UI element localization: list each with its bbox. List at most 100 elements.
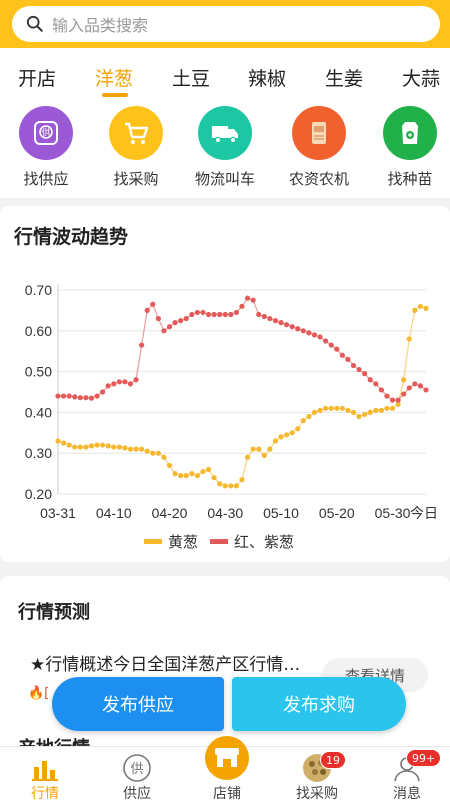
series-point-0 — [261, 452, 267, 458]
tab-label: 行情 — [31, 786, 59, 800]
legend-swatch-0 — [144, 539, 162, 544]
svg-text:供: 供 — [130, 762, 143, 777]
series-point-1 — [194, 309, 200, 316]
series-point-0 — [423, 305, 429, 311]
series-point-1 — [178, 318, 184, 324]
quick-label: 物流叫车 — [194, 170, 255, 188]
bottom-tab-bar: 行情 供 供应 店铺 19 找采购 99+ 消息 — [0, 736, 450, 800]
series-point-0 — [189, 471, 195, 477]
fertilizer-bag-icon — [292, 106, 346, 160]
tab-label: 找采购 — [296, 786, 338, 800]
truck-icon — [198, 106, 252, 160]
series-point-1 — [345, 356, 351, 362]
series-point-0 — [194, 473, 200, 479]
series-point-1 — [311, 332, 318, 338]
publish-demand-button[interactable]: 发布求购 — [232, 677, 406, 731]
category-tab-chili[interactable]: 辣椒 — [248, 64, 286, 91]
series-point-1 — [362, 371, 368, 377]
category-tab-garlic[interactable]: 大蒜 — [402, 64, 440, 91]
x-tick-label: 05-30 — [375, 505, 411, 521]
series-point-0 — [412, 307, 418, 313]
series-point-0 — [150, 450, 156, 456]
series-point-1 — [161, 328, 167, 334]
category-tab-onion[interactable]: 洋葱 — [95, 64, 133, 91]
top-bar: 输入品类搜索 — [0, 0, 450, 48]
x-tick-label: 05-10 — [263, 505, 299, 521]
series-point-0 — [83, 444, 89, 450]
series-point-0 — [362, 411, 368, 418]
series-point-0 — [88, 443, 95, 449]
y-tick-label: 0.40 — [25, 404, 52, 420]
tab-messages[interactable]: 99+ 消息 — [362, 747, 450, 800]
series-point-1 — [406, 385, 412, 391]
quick-find-buyer[interactable]: 找采购 — [94, 106, 178, 189]
quick-label: 找种苗 — [387, 170, 433, 188]
tab-shop[interactable]: 店铺 — [182, 736, 272, 800]
quick-agri-supplies[interactable]: 农资农机 — [277, 106, 361, 189]
tab-supply[interactable]: 供 供应 — [92, 747, 182, 800]
news-ellipsis: … — [283, 655, 301, 675]
series-point-1 — [334, 346, 340, 352]
publish-supply-button[interactable]: 发布供应 — [52, 677, 224, 731]
series-point-1 — [317, 334, 323, 340]
y-tick-label: 0.70 — [25, 282, 52, 298]
series-point-1 — [373, 381, 379, 387]
market-bar-chart-icon — [32, 761, 58, 781]
x-tick-label: 05-20 — [319, 505, 355, 521]
quick-find-seedlings[interactable]: 找种苗 — [368, 106, 450, 189]
series-point-1 — [217, 311, 223, 318]
series-point-1 — [72, 394, 78, 400]
series-point-0 — [166, 462, 173, 469]
svg-text:供: 供 — [41, 127, 50, 139]
series-point-0 — [127, 446, 134, 452]
x-tick-label: 04-30 — [207, 505, 243, 521]
category-tab-ginger[interactable]: 生姜 — [325, 64, 363, 91]
series-point-0 — [272, 438, 279, 444]
x-tick-label: 04-20 — [152, 505, 188, 521]
series-point-0 — [334, 405, 340, 411]
series-point-1 — [60, 393, 67, 399]
series-point-0 — [278, 434, 284, 440]
category-tab-kaidian[interactable]: 开店 — [18, 64, 56, 91]
series-point-0 — [317, 407, 323, 413]
series-point-0 — [228, 483, 234, 489]
series-point-1 — [211, 311, 217, 318]
series-point-0 — [233, 483, 240, 489]
legend-label-0: 黄葱 — [168, 533, 198, 551]
series-point-1 — [155, 315, 161, 322]
tab-market[interactable]: 行情 — [0, 747, 90, 800]
shop-icon — [205, 736, 249, 780]
quick-logistics[interactable]: 物流叫车 — [183, 106, 267, 189]
series-point-0 — [77, 444, 83, 450]
x-tick-label: 今日 — [410, 505, 438, 521]
series-point-1 — [144, 307, 150, 313]
series-point-0 — [94, 442, 100, 448]
search-bar[interactable]: 输入品类搜索 — [12, 6, 440, 42]
series-point-1 — [139, 342, 145, 348]
series-point-0 — [239, 477, 245, 483]
forecast-news-headline[interactable]: ★行情概述今日全国洋葱产区行情… — [30, 650, 310, 675]
quick-find-supply[interactable]: 供 找供应 — [4, 106, 88, 189]
series-point-0 — [256, 446, 262, 452]
series-point-0 — [311, 409, 318, 415]
quick-label: 找供应 — [23, 170, 69, 188]
tab-find-buyer[interactable]: 19 找采购 — [272, 747, 362, 800]
series-point-0 — [183, 473, 189, 479]
series-point-1 — [272, 318, 279, 324]
series-point-1 — [295, 326, 301, 332]
series-point-1 — [77, 395, 83, 401]
series-point-1 — [166, 324, 173, 330]
x-tick-label: 04-10 — [96, 505, 132, 521]
category-tabs: 开店 洋葱 土豆 辣椒 生姜 大蒜 — [0, 48, 450, 100]
search-placeholder[interactable]: 输入品类搜索 — [52, 12, 148, 36]
series-point-1 — [384, 393, 390, 399]
series-point-0 — [389, 405, 396, 411]
series-point-1 — [66, 393, 72, 399]
series-point-1 — [306, 330, 312, 336]
series-point-1 — [417, 383, 424, 389]
series-point-1 — [300, 328, 306, 334]
category-tab-potato[interactable]: 土豆 — [172, 64, 210, 91]
series-point-0 — [122, 445, 128, 451]
series-point-1 — [172, 320, 178, 326]
forecast-title: 行情预测 — [18, 602, 90, 623]
